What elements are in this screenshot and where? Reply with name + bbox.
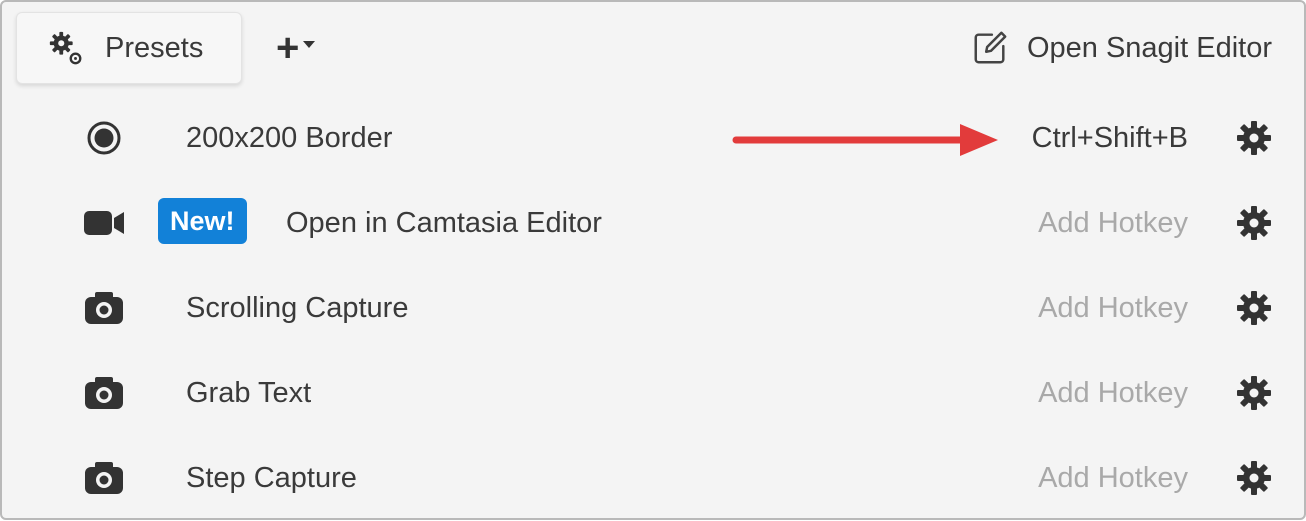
open-snagit-editor-button[interactable]: Open Snagit Editor bbox=[971, 24, 1272, 72]
caret-down-icon bbox=[303, 40, 316, 48]
gear-icon[interactable] bbox=[1234, 458, 1274, 498]
preset-row[interactable]: New! Open in Camtasia Editor Add Hotkey bbox=[2, 181, 1304, 266]
open-editor-label: Open Snagit Editor bbox=[1026, 31, 1272, 64]
camera-icon bbox=[85, 377, 123, 409]
preset-row[interactable]: Scrolling Capture Add Hotkey bbox=[2, 266, 1304, 351]
gear-icon[interactable] bbox=[1234, 118, 1274, 158]
add-hotkey-link[interactable]: Add Hotkey bbox=[1038, 203, 1188, 243]
preset-row[interactable]: 200x200 Border Ctrl+Shift+B bbox=[2, 96, 1304, 181]
plus-icon: + bbox=[276, 26, 300, 70]
presets-label: Presets bbox=[105, 31, 204, 64]
add-hotkey-link[interactable]: Add Hotkey bbox=[1038, 288, 1188, 328]
gears-icon bbox=[49, 31, 82, 65]
preset-name: Grab Text bbox=[186, 377, 312, 409]
preset-row[interactable]: Step Capture Add Hotkey bbox=[2, 436, 1304, 521]
annotation-arrow bbox=[732, 124, 998, 156]
new-badge: New! bbox=[158, 198, 247, 244]
toolbar: Presets + Open Snagit Editor bbox=[2, 2, 1304, 96]
preset-name: Scrolling Capture bbox=[186, 292, 409, 324]
camera-icon bbox=[85, 462, 123, 494]
presets-panel: Presets + Open Snagit Editor 200x200 Bor… bbox=[0, 0, 1306, 520]
radio-record-icon bbox=[87, 121, 121, 155]
preset-row[interactable]: Grab Text Add Hotkey bbox=[2, 351, 1304, 436]
gear-icon[interactable] bbox=[1234, 288, 1274, 328]
preset-name: Open in Camtasia Editor bbox=[286, 207, 602, 239]
gear-icon[interactable] bbox=[1234, 373, 1274, 413]
edit-square-icon bbox=[974, 31, 1007, 64]
add-hotkey-link[interactable]: Add Hotkey bbox=[1038, 373, 1188, 413]
add-hotkey-link[interactable]: Add Hotkey bbox=[1038, 458, 1188, 498]
video-camera-icon bbox=[84, 211, 124, 235]
presets-button[interactable]: Presets bbox=[16, 12, 242, 84]
preset-hotkey[interactable]: Ctrl+Shift+B bbox=[1032, 118, 1188, 158]
camera-icon bbox=[85, 292, 123, 324]
preset-name: 200x200 Border bbox=[186, 122, 393, 154]
preset-name: Step Capture bbox=[186, 462, 357, 494]
gear-icon[interactable] bbox=[1234, 203, 1274, 243]
add-preset-button[interactable]: + bbox=[276, 28, 332, 68]
preset-list: 200x200 Border Ctrl+Shift+B New! Open in… bbox=[2, 96, 1304, 521]
